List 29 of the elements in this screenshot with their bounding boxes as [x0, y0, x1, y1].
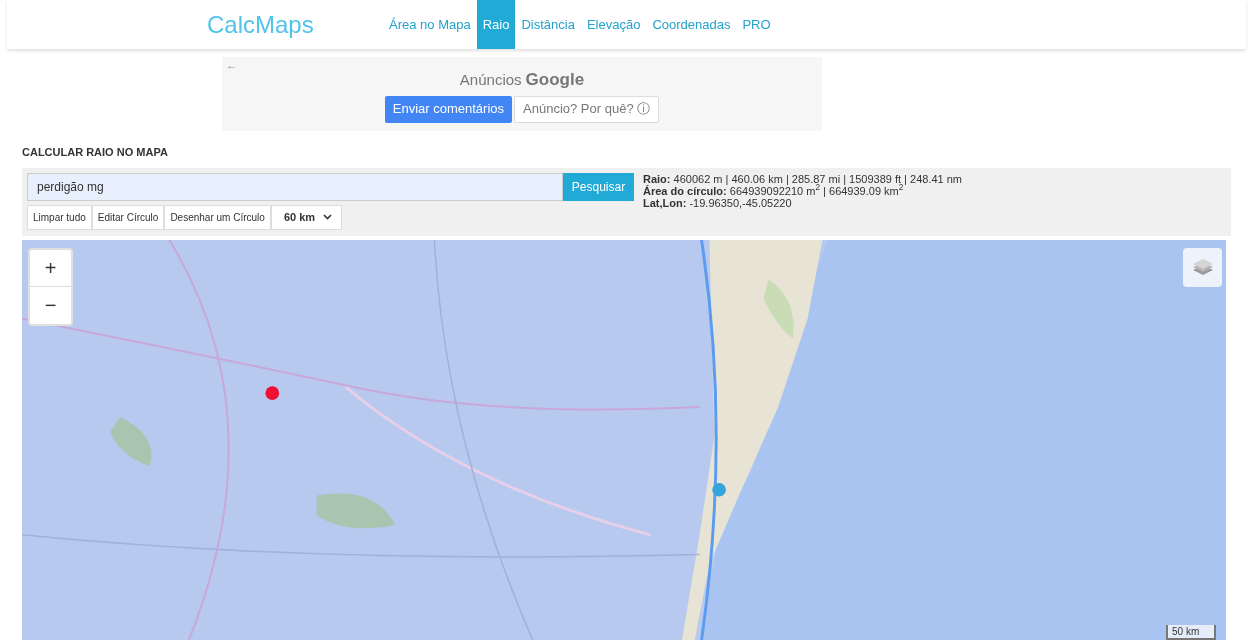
- zoom-in-button[interactable]: +: [30, 249, 71, 287]
- nav-tab[interactable]: Raio: [476, 0, 516, 49]
- result-line: Raio: 460062 m | 460.06 km | 285.87 mi | 1509389 ft | 248.41 nm: [643, 172, 962, 185]
- tool-button[interactable]: Limpar tudo: [27, 204, 92, 230]
- center-marker[interactable]: [265, 385, 280, 400]
- chevron-icon: [323, 214, 333, 220]
- section-title: CALCULAR RAIO NO MAPA: [22, 145, 169, 160]
- back-arrow[interactable]: ←: [226, 57, 237, 74]
- tool-button[interactable]: Editar Círculo: [91, 204, 165, 230]
- nav-tab[interactable]: PRO: [736, 0, 777, 49]
- nav-tab[interactable]: Área no Mapa: [383, 0, 477, 49]
- layers-icon: [1191, 257, 1214, 277]
- nav-tab[interactable]: Elevação: [580, 0, 647, 49]
- layers-button[interactable]: [1183, 247, 1222, 287]
- edge-marker[interactable]: [712, 482, 726, 497]
- nav-tab[interactable]: Distância: [515, 0, 581, 49]
- result-line: Lat,Lon: -19.96350,-45.05220: [643, 196, 793, 209]
- ad-button[interactable]: Enviar comentários: [384, 95, 513, 123]
- ad-button[interactable]: Anúncio? Por quê? ⓘ: [514, 95, 660, 123]
- search-button[interactable]: Pesquisar: [563, 172, 634, 201]
- ad-brand: Google: [525, 69, 585, 91]
- nav-tab[interactable]: Coordenadas: [646, 0, 737, 49]
- site-logo[interactable]: CalcMaps: [207, 6, 383, 43]
- zoom-out-button[interactable]: −: [30, 286, 71, 324]
- radius-select[interactable]: 60 km: [270, 204, 342, 230]
- tool-button[interactable]: Desenhar um Círculo: [164, 204, 271, 230]
- result-line: Área do círculo: 664939092210 m$^{2}$ | 664939.09 km$^{2}$: [643, 184, 905, 197]
- ad-label: Anúncios: [459, 70, 522, 90]
- search-field[interactable]: perdigão mg: [27, 172, 563, 201]
